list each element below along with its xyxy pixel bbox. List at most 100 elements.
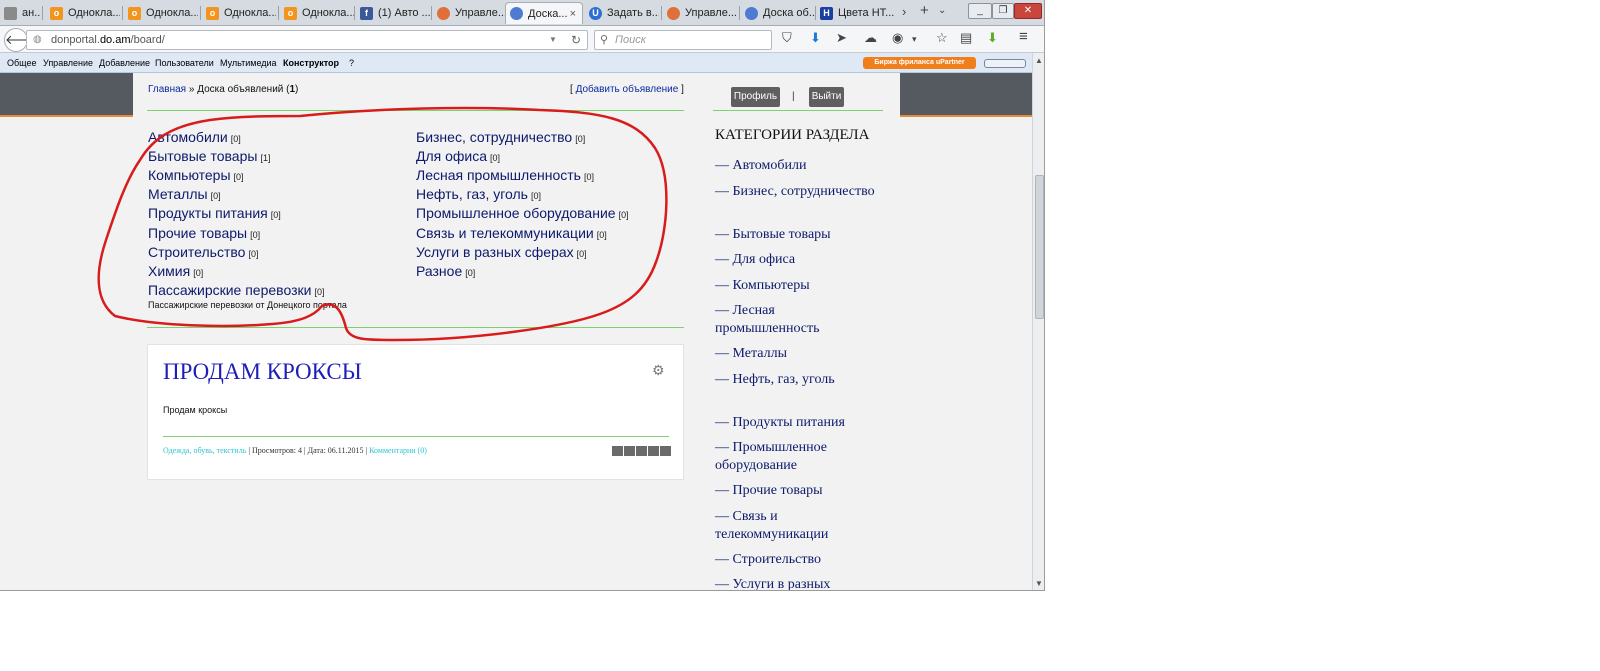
category-name[interactable]: Лесная промышленность bbox=[416, 167, 581, 183]
admin-bar-toggle[interactable] bbox=[984, 59, 1026, 68]
breadcrumb-home-link[interactable]: Главная bbox=[148, 84, 186, 95]
admin-menu-add[interactable]: Добавление bbox=[99, 58, 150, 68]
rating-star[interactable] bbox=[624, 446, 635, 456]
sidebar-category-item[interactable]: — Для офиса bbox=[715, 251, 875, 269]
category-link[interactable]: Для офиса [0] bbox=[416, 148, 500, 164]
rating-star[interactable] bbox=[636, 446, 647, 456]
tab-4[interactable]: o Однокла... bbox=[280, 2, 354, 24]
dropdown-icon[interactable]: ▾ bbox=[912, 34, 917, 45]
sidebar-category-item[interactable]: — Металлы bbox=[715, 345, 875, 363]
url-history-dropdown-icon[interactable]: ▼ bbox=[549, 31, 557, 49]
category-link[interactable]: Промышленное оборудование [0] bbox=[416, 205, 629, 221]
category-link[interactable]: Нефть, газ, уголь [0] bbox=[416, 186, 541, 202]
sidebar-category-item[interactable]: — Лесная промышленность bbox=[715, 302, 875, 338]
rating-star[interactable] bbox=[612, 446, 623, 456]
category-link[interactable]: Прочие товары [0] bbox=[148, 225, 260, 241]
category-name[interactable]: Металлы bbox=[148, 186, 208, 202]
category-name[interactable]: Продукты питания bbox=[148, 205, 268, 221]
ad-comments-link[interactable]: Комментарии (0) bbox=[369, 446, 427, 455]
category-name[interactable]: Автомобили bbox=[148, 129, 228, 145]
scroll-down-icon[interactable]: ▼ bbox=[1035, 579, 1043, 588]
sidebar-category-item[interactable]: — Нефть, газ, уголь bbox=[715, 371, 875, 389]
sidebar-category-item[interactable]: — Прочие товары bbox=[715, 482, 875, 500]
sidebar-category-item[interactable]: — Строительство bbox=[715, 551, 875, 569]
category-link[interactable]: Компьютеры [0] bbox=[148, 167, 244, 183]
category-name[interactable]: Строительство bbox=[148, 244, 245, 260]
category-link[interactable]: Бытовые товары [1] bbox=[148, 148, 270, 164]
close-tab-icon[interactable]: × bbox=[570, 8, 576, 20]
scrollbar-thumb[interactable] bbox=[1035, 175, 1044, 319]
category-link[interactable]: Связь и телекоммуникации [0] bbox=[416, 225, 607, 241]
category-name[interactable]: Разное bbox=[416, 263, 462, 279]
category-name[interactable]: Химия bbox=[148, 263, 190, 279]
category-name[interactable]: Бизнес, сотрудничество bbox=[416, 129, 572, 145]
sidebar-category-item[interactable]: — Продукты питания bbox=[715, 414, 875, 432]
send-icon[interactable]: ➤ bbox=[836, 30, 847, 46]
category-link[interactable]: Автомобили [0] bbox=[148, 129, 241, 145]
privacy-icon[interactable]: ◉ bbox=[892, 30, 903, 46]
category-name[interactable]: Прочие товары bbox=[148, 225, 247, 241]
ad-category-link[interactable]: Одежда, обувь, текстиль bbox=[163, 446, 246, 455]
category-link[interactable]: Бизнес, сотрудничество [0] bbox=[416, 129, 585, 145]
back-button[interactable]: 🡐 bbox=[4, 28, 40, 52]
sidebar-category-item[interactable]: — Услуги в разных сферах bbox=[715, 576, 875, 590]
chat-icon[interactable]: ☁ bbox=[864, 30, 877, 46]
sidebar-category-item[interactable]: — Связь и телекоммуникации bbox=[715, 508, 875, 544]
category-link[interactable]: Пассажирские перевозки [0] bbox=[148, 282, 324, 298]
category-link[interactable]: Лесная промышленность [0] bbox=[416, 167, 594, 183]
search-bar[interactable]: ⚲ Поиск bbox=[594, 30, 772, 50]
rating-star[interactable] bbox=[648, 446, 659, 456]
sidebar-category-item[interactable]: — Компьютеры bbox=[715, 277, 875, 295]
ad-title[interactable]: ПРОДАМ КРОКСЫ bbox=[163, 359, 362, 385]
category-link[interactable]: Продукты питания [0] bbox=[148, 205, 281, 221]
rating-stars[interactable] bbox=[612, 446, 671, 456]
download-helper-icon[interactable]: ⬇ bbox=[987, 30, 998, 46]
tab-8[interactable]: U Задать в... bbox=[585, 2, 659, 24]
minimize-button[interactable]: _ bbox=[968, 3, 992, 19]
tab-11[interactable]: H Цвета НТ... bbox=[816, 2, 894, 24]
sidebar-category-item[interactable]: — Промышленное оборудование bbox=[715, 439, 875, 475]
sidebar-category-item[interactable]: — Бизнес, сотрудничество bbox=[715, 183, 875, 201]
tab-list-icon[interactable]: ⌄ bbox=[938, 5, 946, 16]
admin-menu-multimedia[interactable]: Мультимедиа bbox=[220, 58, 277, 68]
tab-5[interactable]: f (1) Авто ... bbox=[356, 2, 430, 24]
scroll-up-icon[interactable]: ▲ bbox=[1035, 56, 1043, 65]
category-name[interactable]: Компьютеры bbox=[148, 167, 231, 183]
reload-icon[interactable]: ↻ bbox=[571, 31, 581, 49]
download-icon[interactable]: ⬇ bbox=[810, 30, 821, 46]
maximize-button[interactable]: ❐ bbox=[992, 3, 1014, 19]
category-link[interactable]: Металлы [0] bbox=[148, 186, 221, 202]
reading-list-icon[interactable]: ▤ bbox=[960, 30, 972, 46]
admin-menu-manage[interactable]: Управление bbox=[43, 58, 93, 68]
menu-icon[interactable]: ≡ bbox=[1019, 28, 1028, 45]
category-name[interactable]: Услуги в разных сферах bbox=[416, 244, 574, 260]
tab-scroll-right-icon[interactable]: › bbox=[902, 4, 906, 19]
category-name[interactable]: Пассажирские перевозки bbox=[148, 282, 311, 298]
category-link[interactable]: Услуги в разных сферах [0] bbox=[416, 244, 587, 260]
tab-3[interactable]: o Однокла... bbox=[202, 2, 276, 24]
profile-button[interactable]: Профиль bbox=[731, 87, 780, 107]
admin-menu-users[interactable]: Пользователи bbox=[155, 58, 214, 68]
tab-7-active[interactable]: Доска... × bbox=[505, 2, 583, 24]
tab-0[interactable]: ан... bbox=[0, 2, 40, 24]
freelance-button[interactable]: Биржа фриланса uPartner bbox=[863, 57, 976, 69]
category-name[interactable]: Для офиса bbox=[416, 148, 487, 164]
logout-button[interactable]: Выйти bbox=[809, 87, 844, 107]
vertical-scrollbar[interactable]: ▲ ▼ bbox=[1032, 53, 1044, 590]
sidebar-category-item[interactable]: — Автомобили bbox=[715, 157, 875, 175]
admin-menu-constructor[interactable]: Конструктор bbox=[283, 58, 339, 68]
pocket-icon[interactable]: ⛉ bbox=[782, 30, 792, 46]
category-link[interactable]: Химия [0] bbox=[148, 263, 203, 279]
rating-star[interactable] bbox=[660, 446, 671, 456]
close-window-button[interactable]: ✕ bbox=[1014, 3, 1042, 19]
tab-10[interactable]: Доска об... bbox=[741, 2, 815, 24]
category-name[interactable]: Бытовые товары bbox=[148, 148, 257, 164]
category-link[interactable]: Разное [0] bbox=[416, 263, 475, 279]
category-name[interactable]: Нефть, газ, уголь bbox=[416, 186, 528, 202]
tab-9[interactable]: Управле... bbox=[663, 2, 737, 24]
tab-6[interactable]: Управле... bbox=[433, 2, 505, 24]
admin-menu-general[interactable]: Общее bbox=[7, 58, 36, 68]
tab-1[interactable]: o Однокла... bbox=[46, 2, 120, 24]
admin-menu-help[interactable]: ? bbox=[349, 58, 354, 68]
bookmark-star-icon[interactable]: ☆ bbox=[936, 30, 948, 46]
